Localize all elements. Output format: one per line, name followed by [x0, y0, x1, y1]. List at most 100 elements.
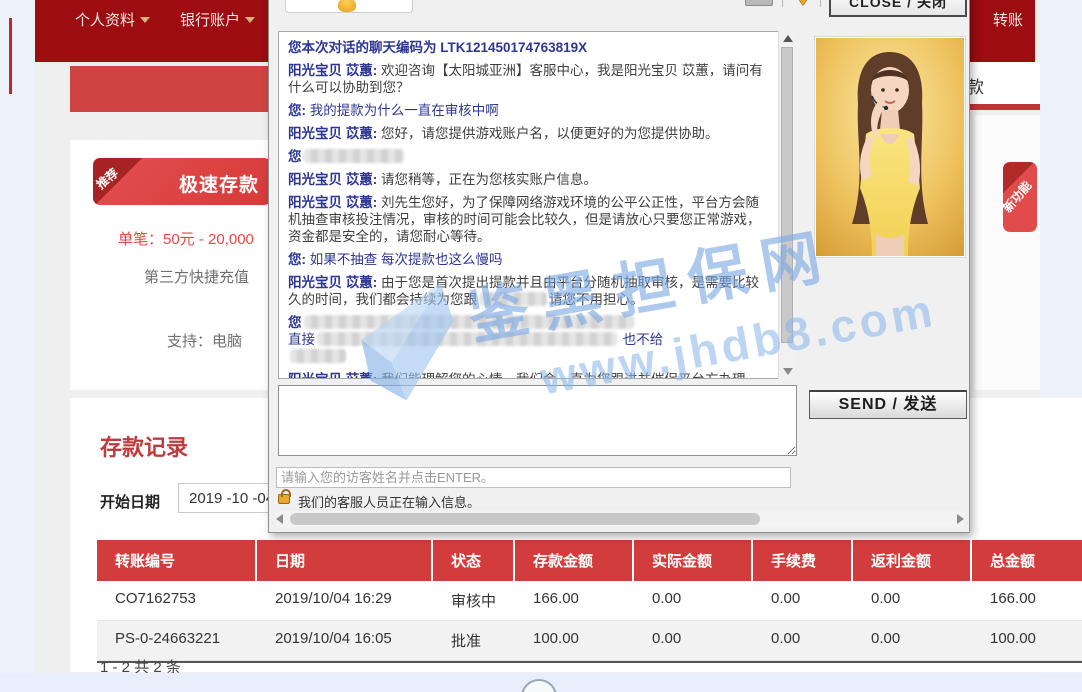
chat-sender-name: 阳光宝贝 苡蕙:	[288, 63, 377, 78]
chat-message: 您直接 也不给	[288, 314, 766, 365]
table-cell: 0.00	[634, 581, 753, 620]
start-date-label: 开始日期	[100, 491, 160, 512]
chat-message: 阳光宝贝 苡蕙: 我们能理解您的心情，我们会一直为您跟进并催促平台方办理的，这点…	[288, 371, 766, 379]
recommend-badge: 推荐	[93, 164, 122, 192]
table-cell: 166.00	[515, 581, 634, 620]
sub-nav-bar	[70, 66, 280, 112]
chat-name-field[interactable]	[285, 0, 413, 13]
redacted-text	[317, 332, 617, 346]
redacted-text	[304, 149, 404, 163]
chat-message: 您	[288, 148, 766, 165]
chat-message-text: 如果不抽查 每次提款也这么慢吗	[306, 252, 503, 267]
new-feature-label: 新功能	[1003, 177, 1035, 216]
speed-deposit-label: 极速存款	[179, 170, 259, 197]
deposit-limit-text: 单笔：50元 - 20,000	[118, 228, 254, 249]
chat-sender-name: 您	[288, 149, 302, 164]
chat-scrollbar[interactable]	[778, 31, 795, 379]
scroll-right-icon[interactable]	[957, 514, 964, 524]
chat-message-input[interactable]	[278, 385, 797, 456]
deposit-records-title: 存款记录	[100, 430, 188, 462]
deposit-method-text: 第三方快捷充值	[144, 266, 249, 287]
chat-message-text: 请您不用担心。	[549, 292, 644, 307]
deposit-table: 转账编号日期状态存款金额实际金额手续费返利金额总金额 CO71627532019…	[97, 540, 1082, 663]
chat-sender-name: 阳光宝贝 苡蕙:	[288, 195, 377, 210]
table-cell: 0.00	[634, 621, 753, 660]
visitor-name-input[interactable]	[276, 467, 791, 488]
chat-message: 阳光宝贝 苡蕙: 刘先生您好，为了保障网络游戏环境的公平公正性，平台方会随机抽查…	[288, 194, 766, 245]
table-header-cell: 状态	[433, 540, 515, 581]
toolbar-divider	[820, 0, 821, 7]
table-cell: 2019/10/04 16:05	[257, 621, 433, 660]
send-button[interactable]: SEND / 发送	[809, 390, 967, 419]
deposit-tab-partial[interactable]: 款	[960, 62, 1040, 104]
table-header-row: 转账编号日期状态存款金额实际金额手续费返利金额总金额	[97, 540, 1082, 581]
chevron-down-icon	[140, 17, 150, 23]
nav-item-transfer[interactable]: 转账	[993, 9, 1023, 30]
table-cell: 100.00	[515, 621, 634, 660]
new-feature-tab[interactable]: 新功能	[1003, 162, 1037, 232]
chevron-down-icon	[245, 17, 255, 23]
printer-body	[745, 0, 773, 6]
scroll-left-icon[interactable]	[276, 514, 283, 524]
table-cell: 100.00	[972, 621, 1082, 660]
chat-message-text: 也不给	[619, 332, 663, 347]
table-header-cell: 日期	[257, 540, 433, 581]
table-header-cell: 返利金额	[853, 540, 972, 581]
printer-icon[interactable]	[745, 0, 773, 9]
table-cell: 0.00	[853, 621, 972, 660]
scrollbar-thumb[interactable]	[781, 47, 793, 343]
table-cell: 审核中	[433, 581, 515, 620]
chat-sender-name: 阳光宝贝 苡蕙:	[288, 275, 377, 290]
table-header-cell: 实际金额	[634, 540, 753, 581]
horizontal-scrollbar[interactable]	[276, 511, 964, 527]
chat-message: 您本次对话的聊天编码为 LTK121450174763819X	[288, 39, 766, 56]
emoji-icon[interactable]	[338, 0, 356, 12]
redacted-text	[290, 349, 346, 363]
chat-message-text: 您好，请您提供游戏账户名，以便更好的为您提供协助。	[377, 126, 718, 141]
table-cell: 0.00	[853, 581, 972, 620]
chat-message-text: 您本次对话的聊天编码为 LTK121450174763819X	[288, 40, 587, 55]
agent-photo-illustration	[816, 38, 964, 256]
typing-status-text: 我们的客服人员正在输入信息。	[298, 492, 480, 511]
chat-sender-name: 您:	[288, 103, 306, 118]
chat-sender-name: 阳光宝贝 苡蕙:	[288, 172, 377, 187]
table-cell: 批准	[433, 621, 515, 660]
right-side-panel	[975, 115, 1040, 390]
scroll-up-icon[interactable]	[783, 35, 793, 42]
deposit-support-text: 支持：电脑	[167, 330, 242, 351]
table-header-cell: 总金额	[972, 540, 1082, 581]
table-cell: 2019/10/04 16:29	[257, 581, 433, 620]
nav-item-label: 转账	[993, 12, 1023, 29]
sound-icon[interactable]	[793, 0, 813, 5]
lock-icon	[278, 494, 290, 504]
table-cell: CO7162753	[97, 581, 257, 620]
chat-message: 您: 如果不抽查 每次提款也这么慢吗	[288, 251, 766, 268]
table-body: CO71627532019/10/04 16:29审核中166.000.000.…	[97, 581, 1082, 661]
table-cell: PS-0-24663221	[97, 621, 257, 660]
page: 个人资料 银行账户 转账 款 推荐 极速存款 单笔：50元 - 20,000 第…	[0, 0, 1082, 692]
chat-message-text: 请您稍等，正在为您核实账户信息。	[377, 172, 597, 187]
live-chat-popup: CLOSE / 关闭 您本次对话的聊天编码为 LTK12145017476381…	[268, 0, 970, 533]
chat-message: 您: 我的提款为什么一直在审核中啊	[288, 102, 766, 119]
agent-photo	[814, 36, 966, 258]
nav-item-bank-account[interactable]: 银行账户	[180, 9, 255, 30]
chat-sender-name: 您	[288, 315, 302, 330]
chat-sender-name: 阳光宝贝 苡蕙:	[288, 126, 377, 141]
scrollbar-thumb[interactable]	[290, 513, 760, 525]
chat-log[interactable]: 您本次对话的聊天编码为 LTK121450174763819X 阳光宝贝 苡蕙: …	[278, 31, 795, 379]
chat-message-text: 我的提款为什么一直在审核中啊	[306, 103, 499, 118]
chat-message: 阳光宝贝 苡蕙: 您好，请您提供游戏账户名，以便更好的为您提供协助。	[288, 125, 766, 142]
table-cell: 166.00	[972, 581, 1082, 620]
table-cell: 0.00	[753, 581, 853, 620]
chat-sender-name: 您:	[288, 252, 306, 267]
close-button[interactable]: CLOSE / 关闭	[829, 0, 967, 17]
scroll-down-icon[interactable]	[783, 368, 793, 375]
left-border-line	[9, 18, 12, 94]
table-header-cell: 转账编号	[97, 540, 257, 581]
redacted-text	[304, 315, 634, 329]
nav-item-profile[interactable]: 个人资料	[75, 9, 150, 30]
chat-message: 阳光宝贝 苡蕙: 欢迎咨询【太阳城亚洲】客服中心，我是阳光宝贝 苡蕙，请问有什么…	[288, 62, 766, 96]
toolbar-divider	[782, 0, 783, 7]
redacted-text	[479, 292, 547, 306]
speed-deposit-tab[interactable]: 推荐 极速存款	[93, 158, 271, 205]
